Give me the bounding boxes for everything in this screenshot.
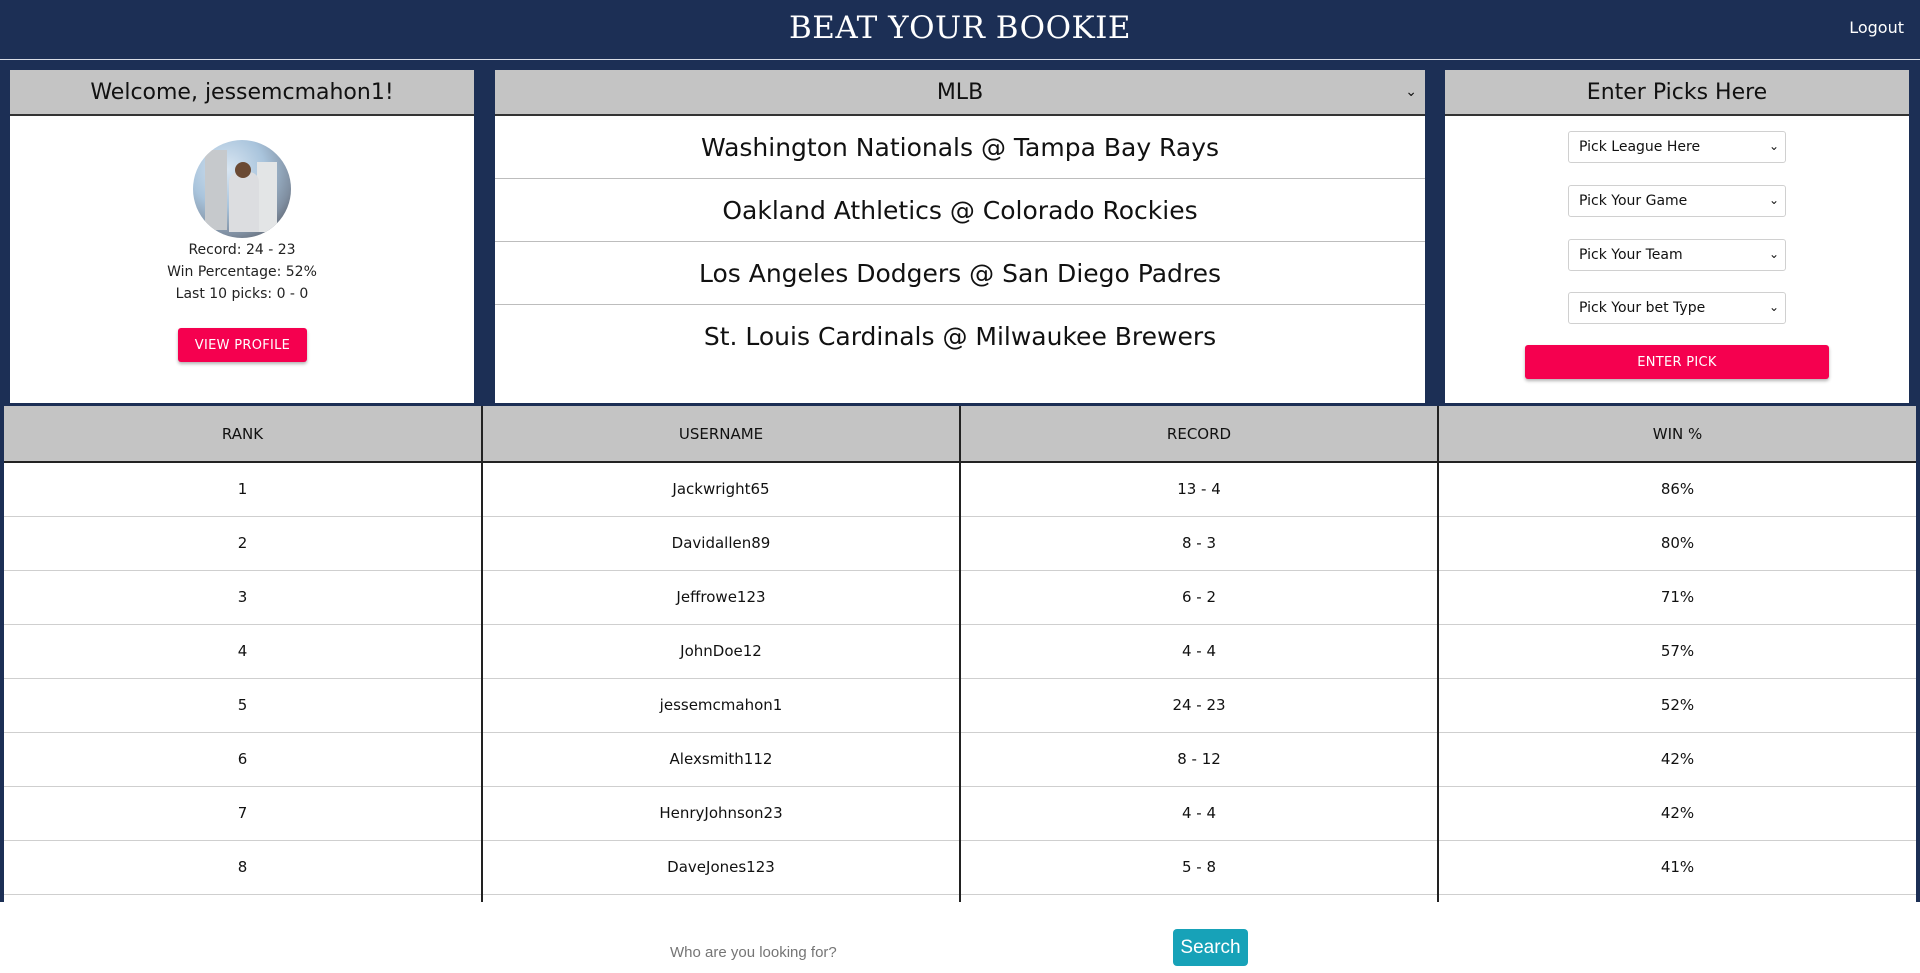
last-ten-picks-text: Last 10 picks: 0 - 0 — [175, 286, 309, 302]
record-cell: 8 - 12 — [960, 732, 1439, 787]
username-cell: Alexsmith112 — [482, 732, 961, 787]
username-cell: Jeffrowe123 — [482, 570, 961, 625]
win-percent-column-header: WIN % — [1438, 406, 1916, 463]
game-item[interactable]: Los Angeles Dodgers @ San Diego Padres — [495, 242, 1425, 305]
view-profile-button[interactable]: VIEW PROFILE — [178, 328, 307, 362]
rank-cell: 6 — [4, 732, 483, 787]
pick-league-value: Pick League Here — [1579, 139, 1701, 155]
win-percent-cell: 52% — [1438, 678, 1916, 733]
record-cell: 8 - 3 — [960, 516, 1439, 571]
picks-panel: Enter Picks Here Pick League Here ⌄ Pick… — [1445, 70, 1909, 403]
record-cell: 13 - 4 — [960, 462, 1439, 517]
username-cell: DaveJones123 — [482, 840, 961, 895]
table-row: 9 — [4, 894, 1916, 902]
record-cell: 5 - 8 — [960, 840, 1439, 895]
win-percent-cell: 57% — [1438, 624, 1916, 679]
brand-title: BEAT YOUR BOOKIE — [788, 10, 1132, 46]
games-panel: MLB ⌄ Washington Nationals @ Tampa Bay R… — [495, 70, 1425, 403]
game-item[interactable]: Oakland Athletics @ Colorado Rockies — [495, 179, 1425, 242]
win-percentage-text: Win Percentage: 52% — [167, 264, 317, 280]
username-cell: Davidallen89 — [482, 516, 961, 571]
pick-game-value: Pick Your Game — [1579, 193, 1688, 209]
table-header-row: RANK USERNAME RECORD WIN % — [4, 406, 1916, 463]
search-input[interactable] — [670, 938, 1010, 966]
username-column-header: USERNAME — [482, 406, 961, 463]
win-percent-cell — [1438, 894, 1916, 902]
record-cell: 6 - 2 — [960, 570, 1439, 625]
win-percent-cell: 86% — [1438, 462, 1916, 517]
chevron-down-icon: ⌄ — [1405, 84, 1417, 100]
table-row: 6 Alexsmith112 8 - 12 42% — [4, 732, 1916, 787]
win-percent-cell: 80% — [1438, 516, 1916, 571]
rank-cell: 8 — [4, 840, 483, 895]
win-percent-cell: 71% — [1438, 570, 1916, 625]
rank-cell: 7 — [4, 786, 483, 841]
avatar — [193, 140, 291, 238]
win-percent-cell: 42% — [1438, 732, 1916, 787]
rank-cell: 4 — [4, 624, 483, 679]
pick-bet-type-value: Pick Your bet Type — [1579, 300, 1706, 316]
record-cell: 4 - 4 — [960, 624, 1439, 679]
game-item[interactable]: St. Louis Cardinals @ Milwaukee Brewers — [495, 305, 1425, 368]
leaderboard: RANK USERNAME RECORD WIN % 1 Jackwright65… — [0, 404, 1920, 902]
chevron-down-icon: ⌄ — [1768, 247, 1779, 261]
chevron-down-icon: ⌄ — [1768, 193, 1779, 207]
win-percent-cell: 41% — [1438, 840, 1916, 895]
table-row: 3 Jeffrowe123 6 - 2 71% — [4, 570, 1916, 625]
rank-cell: 9 — [4, 894, 483, 902]
pick-game-select[interactable]: Pick Your Game ⌄ — [1568, 185, 1786, 217]
rank-cell: 1 — [4, 462, 483, 517]
picks-heading: Enter Picks Here — [1445, 70, 1909, 116]
league-select[interactable]: MLB ⌄ — [495, 70, 1425, 116]
table-row: 2 Davidallen89 8 - 3 80% — [4, 516, 1916, 571]
pick-bet-type-select[interactable]: Pick Your bet Type ⌄ — [1568, 292, 1786, 324]
chevron-down-icon: ⌄ — [1768, 300, 1779, 314]
enter-pick-button[interactable]: ENTER PICK — [1525, 345, 1829, 379]
table-row: 1 Jackwright65 13 - 4 86% — [4, 462, 1916, 517]
dashboard-panels: Welcome, jessemcmahon1! Record: 24 - 23 … — [0, 60, 1920, 406]
record-cell — [960, 894, 1439, 902]
rank-cell: 2 — [4, 516, 483, 571]
logout-link[interactable]: Logout — [1849, 18, 1904, 37]
pick-team-select[interactable]: Pick Your Team ⌄ — [1568, 239, 1786, 271]
record-text: Record: 24 - 23 — [188, 242, 296, 258]
table-row: 8 DaveJones123 5 - 8 41% — [4, 840, 1916, 895]
pick-team-value: Pick Your Team — [1579, 247, 1683, 263]
table-row: 5 jessemcmahon1 24 - 23 52% — [4, 678, 1916, 733]
win-percent-cell: 42% — [1438, 786, 1916, 841]
username-cell: jessemcmahon1 — [482, 678, 961, 733]
chevron-down-icon: ⌄ — [1768, 139, 1779, 153]
leaderboard-table: RANK USERNAME RECORD WIN % 1 Jackwright65… — [4, 406, 1916, 902]
profile-card: Welcome, jessemcmahon1! Record: 24 - 23 … — [10, 70, 474, 403]
rank-cell: 5 — [4, 678, 483, 733]
table-row: 4 JohnDoe12 4 - 4 57% — [4, 624, 1916, 679]
rank-cell: 3 — [4, 570, 483, 625]
top-navbar: BEAT YOUR BOOKIE Logout — [0, 0, 1920, 60]
record-cell: 4 - 4 — [960, 786, 1439, 841]
record-cell: 24 - 23 — [960, 678, 1439, 733]
game-item[interactable]: Washington Nationals @ Tampa Bay Rays — [495, 116, 1425, 179]
search-button[interactable]: Search — [1173, 929, 1248, 966]
username-cell — [482, 894, 961, 902]
league-select-value: MLB — [936, 79, 984, 105]
table-row: 7 HenryJohnson23 4 - 4 42% — [4, 786, 1916, 841]
username-cell: Jackwright65 — [482, 462, 961, 517]
record-column-header: RECORD — [960, 406, 1439, 463]
username-cell: HenryJohnson23 — [482, 786, 961, 841]
username-cell: JohnDoe12 — [482, 624, 961, 679]
welcome-heading: Welcome, jessemcmahon1! — [10, 70, 474, 116]
rank-column-header: RANK — [4, 406, 483, 463]
pick-league-select[interactable]: Pick League Here ⌄ — [1568, 131, 1786, 163]
